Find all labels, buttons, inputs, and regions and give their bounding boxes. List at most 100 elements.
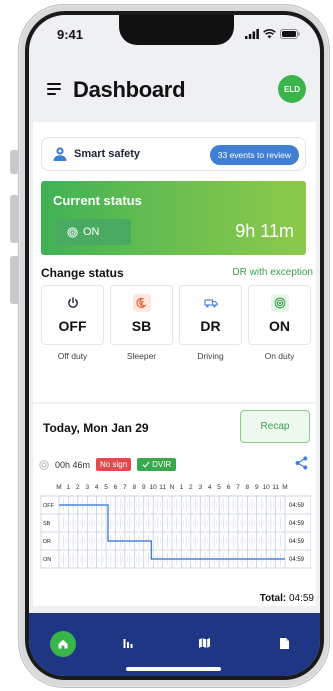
hour-label: 8 xyxy=(133,484,137,491)
bar-chart-icon xyxy=(123,639,133,648)
log-elapsed: 00h 46m xyxy=(55,459,91,470)
log-grid[interactable]: M 1 2 3 4 5 6 7 8 9 10 11 N 1 2 3 4 5 6 7 8 9 10 11 M OFF 04:59 SB 0… xyxy=(39,478,312,594)
current-status-code: ON xyxy=(83,226,100,238)
battery-icon xyxy=(280,29,300,39)
status-desc: Driving xyxy=(197,351,224,361)
target-icon xyxy=(271,294,289,312)
status-code: OFF xyxy=(58,318,87,334)
tab-documents[interactable] xyxy=(272,631,296,655)
status-options: OFF Off duty SB Sleeper DR Driving ON On… xyxy=(41,285,311,361)
status-desc: Sleeper xyxy=(126,351,157,361)
hour-label: 11 xyxy=(272,484,279,491)
status-box[interactable]: DR xyxy=(179,285,242,345)
wifi-icon xyxy=(263,29,276,39)
dr-exception-link[interactable]: DR with exception xyxy=(232,267,313,278)
phone-bezel: 9:41 Dashboard ELD Smart safety 33 event… xyxy=(25,11,324,680)
hour-label: N xyxy=(170,484,175,491)
hour-label: 10 xyxy=(150,484,158,491)
tab-stats[interactable] xyxy=(116,631,140,655)
hour-label: 3 xyxy=(198,484,202,491)
row-label: OFF xyxy=(43,503,55,509)
signal-icon xyxy=(245,29,259,39)
status-option-off[interactable]: OFF Off duty xyxy=(41,285,104,361)
hour-label: 10 xyxy=(263,484,271,491)
total-label: Total: xyxy=(259,593,287,604)
hour-label: 5 xyxy=(104,484,108,491)
hour-label: 1 xyxy=(180,484,184,491)
hour-label: 3 xyxy=(85,484,89,491)
document-icon xyxy=(279,637,289,649)
status-box[interactable]: SB xyxy=(110,285,173,345)
hour-label: 11 xyxy=(159,484,166,491)
change-status-title: Change status xyxy=(41,266,124,280)
map-icon xyxy=(198,638,210,648)
status-code: ON xyxy=(269,318,290,334)
row-total: 04:59 xyxy=(289,503,305,509)
home-indicator xyxy=(126,667,221,671)
hour-label: M xyxy=(56,484,61,491)
share-icon[interactable] xyxy=(295,456,308,470)
row-total: 04:59 xyxy=(289,521,305,527)
check-icon xyxy=(142,461,150,468)
hour-label: 8 xyxy=(246,484,250,491)
phone-mute-switch xyxy=(10,150,19,174)
hour-label: 4 xyxy=(95,484,99,491)
hour-label: 2 xyxy=(189,484,193,491)
tab-home[interactable] xyxy=(50,631,76,657)
hour-label: 5 xyxy=(217,484,221,491)
status-option-on[interactable]: ON On duty xyxy=(248,285,311,361)
log-grid-chart: M 1 2 3 4 5 6 7 8 9 10 11 N 1 2 3 4 5 6 7 8 9 10 11 MOFF 04:59SB 0… xyxy=(40,484,312,569)
current-status-card: Current status ON 9h 11m xyxy=(41,181,306,255)
system-icons xyxy=(245,29,300,39)
hour-label: 6 xyxy=(227,484,231,491)
hour-label: M xyxy=(282,484,287,491)
log-date: Today, Mon Jan 29 xyxy=(43,421,149,435)
app-header: Dashboard ELD xyxy=(29,71,320,111)
home-icon xyxy=(58,639,68,649)
hour-label: 7 xyxy=(236,484,240,491)
tab-map[interactable] xyxy=(192,631,216,655)
menu-icon[interactable] xyxy=(47,83,61,98)
power-icon xyxy=(64,294,82,312)
status-desc: On duty xyxy=(264,351,295,361)
hour-label: 6 xyxy=(114,484,118,491)
status-option-dr[interactable]: DR Driving xyxy=(179,285,242,361)
status-box[interactable]: OFF xyxy=(41,285,104,345)
hour-label: 4 xyxy=(208,484,212,491)
log-total: Total: 04:59 xyxy=(260,593,314,604)
status-desc: Off duty xyxy=(57,351,88,361)
current-status-title: Current status xyxy=(53,193,142,208)
row-total: 04:59 xyxy=(289,539,305,545)
hour-label: 1 xyxy=(67,484,71,491)
total-value: 04:59 xyxy=(288,593,314,604)
status-time: 9:41 xyxy=(57,27,84,42)
status-bar: 9:41 xyxy=(29,25,320,47)
row-total: 04:59 xyxy=(289,557,305,563)
phone-volume-up xyxy=(10,195,19,243)
eld-badge[interactable]: ELD xyxy=(278,75,306,103)
no-sign-badge[interactable]: No sign xyxy=(96,458,132,471)
target-icon xyxy=(67,226,78,238)
hour-label: 9 xyxy=(255,484,259,491)
smart-safety-label: Smart safety xyxy=(74,148,141,160)
clock-icon xyxy=(39,459,49,470)
row-label: SB xyxy=(43,521,51,527)
current-status-duration: 9h 11m xyxy=(235,221,294,241)
smart-safety-row[interactable]: Smart safety 33 events to review xyxy=(41,137,306,171)
dvir-label: DVIR xyxy=(152,460,172,469)
status-code: DR xyxy=(200,318,221,334)
status-box[interactable]: ON xyxy=(248,285,311,345)
row-label: ON xyxy=(43,557,51,563)
sleeper-icon xyxy=(133,294,151,312)
current-status-button[interactable]: ON xyxy=(55,219,131,245)
status-option-sb[interactable]: SB Sleeper xyxy=(110,285,173,361)
row-label: DR xyxy=(43,539,51,545)
safety-user-icon xyxy=(53,147,67,161)
events-review-button[interactable]: 33 events to review xyxy=(209,145,299,165)
log-meta: 00h 46m No sign DVIR xyxy=(39,458,177,471)
hour-label: 9 xyxy=(142,484,146,491)
dvir-badge[interactable]: DVIR xyxy=(137,458,177,471)
page-title: Dashboard xyxy=(73,77,186,102)
truck-icon xyxy=(202,294,220,312)
recap-button[interactable]: Recap xyxy=(240,410,310,443)
